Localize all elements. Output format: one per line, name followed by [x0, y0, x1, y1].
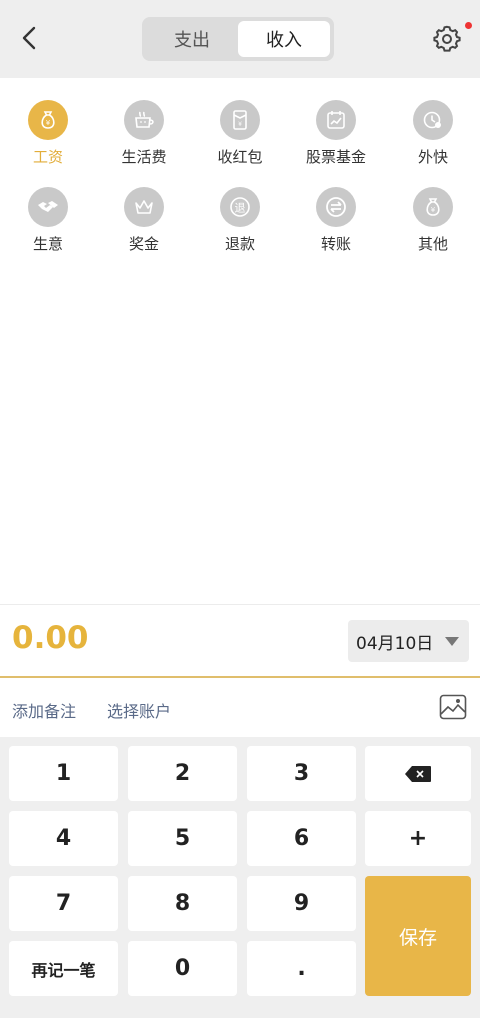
crown-icon — [124, 187, 164, 227]
key-0[interactable]: 0 — [128, 941, 237, 996]
svg-text:¥: ¥ — [46, 119, 51, 127]
category-bonus[interactable]: 奖金 — [99, 187, 189, 263]
key-8[interactable]: 8 — [128, 876, 237, 931]
triangle-down-icon — [445, 637, 459, 646]
attach-image-button[interactable] — [439, 694, 467, 720]
transfer-icon — [316, 187, 356, 227]
backspace-icon — [405, 765, 431, 782]
key-9[interactable]: 9 — [247, 876, 356, 931]
settings-button[interactable] — [430, 22, 464, 56]
category-label: 外快 — [417, 148, 448, 166]
stock-chart-icon — [316, 100, 356, 140]
category-label: 收红包 — [217, 148, 263, 166]
add-note-button[interactable]: 添加备注 — [12, 698, 76, 722]
key-7[interactable]: 7 — [9, 876, 118, 931]
svg-text:¥: ¥ — [431, 206, 436, 214]
refund-glyph: 退 — [235, 202, 246, 215]
svg-text:¥: ¥ — [238, 121, 242, 128]
tab-expense[interactable]: 支出 — [146, 21, 238, 57]
category-label: 股票基金 — [305, 148, 366, 166]
handshake-icon — [28, 187, 68, 227]
category-label: 工资 — [32, 148, 63, 166]
type-segmented-control: 支出 收入 — [142, 17, 334, 61]
category-red-envelope[interactable]: ¥ 收红包 — [195, 100, 285, 176]
category-transfer[interactable]: 转账 — [291, 187, 381, 263]
top-bar: 支出 收入 — [0, 0, 480, 78]
image-icon — [439, 694, 467, 720]
category-label: 退款 — [224, 235, 255, 253]
date-label: 04月10日 — [356, 633, 434, 654]
category-label: 其他 — [417, 235, 448, 253]
key-6[interactable]: 6 — [247, 811, 356, 866]
back-button[interactable] — [14, 22, 46, 54]
key-decimal[interactable]: . — [247, 941, 356, 996]
money-bag-icon: ¥ — [28, 100, 68, 140]
coffee-cup-icon — [124, 100, 164, 140]
backspace-button[interactable] — [365, 746, 471, 801]
category-stocks-funds[interactable]: 股票基金 — [291, 100, 381, 176]
number-keypad: 1 2 3 4 5 6 + 7 8 9 保存 再记一笔 0 . — [0, 737, 480, 1018]
category-side-income[interactable]: 外快 — [388, 100, 478, 176]
select-account-button[interactable]: 选择账户 — [107, 698, 171, 722]
save-button[interactable]: 保存 — [365, 876, 471, 996]
notification-dot — [465, 22, 472, 29]
divider — [0, 604, 480, 605]
chevron-left-icon — [22, 26, 36, 50]
clock-icon — [413, 100, 453, 140]
category-business[interactable]: 生意 — [3, 187, 93, 263]
refund-icon: 退 — [220, 187, 260, 227]
key-4[interactable]: 4 — [9, 811, 118, 866]
key-3[interactable]: 3 — [247, 746, 356, 801]
category-label: 生意 — [32, 235, 63, 253]
amount-display: 0.00 — [12, 620, 89, 656]
gear-icon — [433, 25, 461, 52]
other-icon: ¥ — [413, 187, 453, 227]
category-refund[interactable]: 退 退款 — [195, 187, 285, 263]
category-label: 奖金 — [128, 235, 159, 253]
red-envelope-icon: ¥ — [220, 100, 260, 140]
tab-income[interactable]: 收入 — [238, 21, 330, 57]
amount-underline — [0, 676, 480, 678]
record-again-button[interactable]: 再记一笔 — [9, 941, 118, 996]
category-label: 转账 — [320, 235, 351, 253]
key-1[interactable]: 1 — [9, 746, 118, 801]
category-living-expenses[interactable]: 生活费 — [99, 100, 189, 176]
category-other[interactable]: ¥ 其他 — [388, 187, 478, 263]
key-plus[interactable]: + — [365, 811, 471, 866]
category-salary[interactable]: ¥ 工资 — [3, 100, 93, 176]
date-picker-button[interactable]: 04月10日 — [348, 620, 469, 662]
key-5[interactable]: 5 — [128, 811, 237, 866]
category-label: 生活费 — [121, 148, 167, 166]
key-2[interactable]: 2 — [128, 746, 237, 801]
